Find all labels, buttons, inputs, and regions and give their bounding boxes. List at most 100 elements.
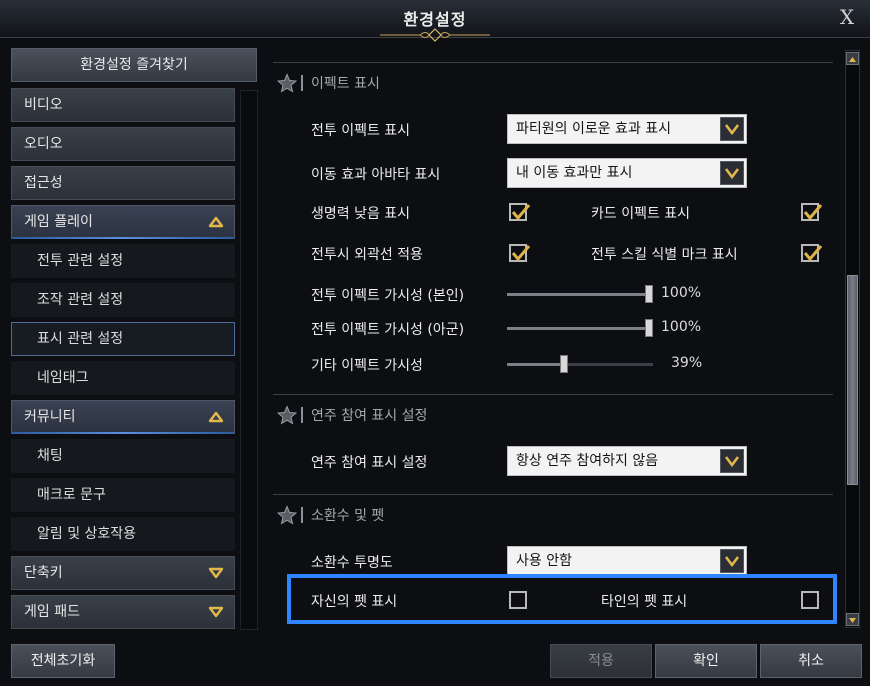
sidebar-item-label: 접근성 [24, 175, 63, 191]
slider-fill [507, 293, 653, 296]
sidebar-item-label: 네임태그 [37, 370, 89, 386]
slider-handle[interactable] [560, 355, 568, 373]
nav-list: 비디오 오디오 접근성 게임 플레이 전투 관련 설정 조작 관련 설정 표시 … [11, 88, 235, 634]
other-pet-label: 타인의 펫 표시 [601, 594, 688, 610]
section-header-effects: 이펙트 표시 [273, 62, 833, 102]
confirm-button[interactable]: 확인 [655, 644, 757, 678]
outline-label: 전투시 외곽선 적용 [311, 247, 423, 263]
sidebar-item-nametag[interactable]: 네임태그 [11, 361, 235, 395]
sidebar-item-label: 게임 플레이 [24, 214, 93, 230]
chevron-down-icon [208, 567, 224, 579]
performance-setting-select[interactable]: 항상 연주 참여하지 않음 [507, 446, 747, 476]
favorite-star-icon[interactable] [277, 73, 297, 93]
select-value: 항상 연주 참여하지 않음 [516, 453, 659, 469]
sidebar: 환경설정 즐겨찾기 비디오 오디오 접근성 게임 플레이 전투 관련 설정 조작… [0, 38, 270, 636]
sidebar-item-accessibility[interactable]: 접근성 [11, 166, 235, 200]
chevron-down-icon [720, 161, 744, 185]
section-title: 소환수 및 펫 [311, 508, 385, 524]
skill-mark-checkbox[interactable] [801, 244, 823, 262]
sidebar-item-label: 매크로 문구 [37, 487, 106, 503]
summon-opacity-label: 소환수 투명도 [311, 555, 393, 571]
sidebar-item-label: 비디오 [24, 97, 63, 113]
combat-effect-select[interactable]: 파티원의 이로운 효과 표시 [507, 114, 747, 144]
content-scrollbar[interactable] [845, 50, 860, 628]
slider-fill [507, 327, 653, 330]
low-hp-label: 생명력 낮음 표시 [311, 206, 411, 222]
apply-button[interactable]: 적용 [550, 644, 652, 678]
reset-all-button[interactable]: 전체초기화 [11, 644, 115, 678]
chevron-down-icon [720, 549, 744, 573]
sidebar-item-gameplay[interactable]: 게임 플레이 [11, 205, 235, 239]
sidebar-item-gamepad[interactable]: 게임 패드 [11, 595, 235, 629]
move-avatar-select[interactable]: 내 이동 효과만 표시 [507, 158, 747, 188]
sidebar-item-label: 커뮤니티 [24, 409, 76, 425]
sidebar-item-combat-settings[interactable]: 전투 관련 설정 [11, 244, 235, 278]
close-button[interactable]: X [834, 4, 860, 30]
vis-ally-value: 100% [661, 319, 702, 335]
scroll-thumb[interactable] [847, 275, 858, 485]
section-title: 이펙트 표시 [311, 76, 380, 92]
skill-mark-label: 전투 스킬 식별 마크 표시 [591, 247, 738, 263]
vis-ally-slider[interactable] [507, 319, 653, 337]
sidebar-item-video[interactable]: 비디오 [11, 88, 235, 122]
own-pet-label: 자신의 펫 표시 [311, 594, 398, 610]
cancel-button[interactable]: 취소 [760, 644, 862, 678]
summon-opacity-select[interactable]: 사용 안함 [507, 546, 747, 576]
sidebar-item-label: 게임 패드 [24, 604, 80, 620]
other-pet-checkbox[interactable] [801, 591, 819, 609]
sidebar-item-label: 단축키 [24, 565, 63, 581]
sidebar-item-label: 전투 관련 설정 [37, 253, 124, 269]
sidebar-item-display-settings[interactable]: 표시 관련 설정 [11, 322, 235, 356]
favorite-star-icon[interactable] [277, 505, 297, 525]
vis-self-slider[interactable] [507, 285, 653, 303]
title-bar: 환경설정 X [0, 0, 870, 42]
move-avatar-label: 이동 효과 아바타 표시 [311, 167, 441, 183]
slider-fill [507, 363, 564, 366]
title-ornament-icon [380, 28, 490, 42]
section-divider [301, 407, 303, 423]
card-effect-checkbox[interactable] [801, 203, 823, 221]
sidebar-item-control-settings[interactable]: 조작 관련 설정 [11, 283, 235, 317]
section-header-summons: 소환수 및 펫 [273, 494, 833, 534]
vis-other-slider[interactable] [507, 355, 653, 373]
scroll-up-icon[interactable] [846, 52, 859, 65]
sidebar-item-macro[interactable]: 매크로 문구 [11, 478, 235, 512]
low-hp-checkbox[interactable] [509, 203, 531, 221]
sidebar-scrollbar[interactable] [240, 90, 258, 630]
card-effect-label: 카드 이펙트 표시 [591, 206, 691, 222]
section-divider [301, 507, 303, 523]
favorite-star-icon[interactable] [277, 405, 297, 425]
sidebar-item-community[interactable]: 커뮤니티 [11, 400, 235, 434]
chevron-down-icon [720, 117, 744, 141]
select-value: 내 이동 효과만 표시 [516, 165, 633, 181]
sidebar-item-chat[interactable]: 채팅 [11, 439, 235, 473]
slider-handle[interactable] [645, 285, 653, 303]
favorites-button[interactable]: 환경설정 즐겨찾기 [11, 48, 257, 82]
chevron-up-icon [208, 216, 224, 228]
window-title: 환경설정 [403, 10, 467, 29]
outline-checkbox[interactable] [509, 244, 531, 262]
sidebar-item-audio[interactable]: 오디오 [11, 127, 235, 161]
settings-content: 이펙트 표시 전투 이펙트 표시 파티원의 이로운 효과 표시 이동 효과 아바… [273, 50, 835, 626]
sidebar-item-label: 조작 관련 설정 [37, 292, 124, 308]
performance-setting-label: 연주 참여 표시 설정 [311, 455, 428, 471]
slider-handle[interactable] [645, 319, 653, 337]
sidebar-item-label: 채팅 [37, 448, 63, 464]
chevron-up-icon [208, 411, 224, 423]
chevron-down-icon [720, 449, 744, 473]
section-header-performance: 연주 참여 표시 설정 [273, 394, 833, 434]
select-value: 파티원의 이로운 효과 표시 [516, 121, 672, 137]
vis-self-label: 전투 이펙트 가시성 (본인) [311, 288, 465, 304]
vis-self-value: 100% [661, 285, 702, 301]
sidebar-item-notifications[interactable]: 알림 및 상호작용 [11, 517, 235, 551]
vis-ally-label: 전투 이펙트 가시성 (아군) [311, 322, 465, 338]
vis-other-value: 39% [671, 355, 703, 371]
sidebar-item-label: 오디오 [24, 136, 63, 152]
select-value: 사용 안함 [516, 553, 572, 569]
own-pet-checkbox[interactable] [509, 591, 527, 609]
scroll-down-icon[interactable] [846, 613, 859, 626]
checkmark-icon [803, 204, 823, 221]
checkmark-icon [511, 245, 531, 262]
sidebar-item-shortcuts[interactable]: 단축키 [11, 556, 235, 590]
checkmark-icon [511, 204, 531, 221]
